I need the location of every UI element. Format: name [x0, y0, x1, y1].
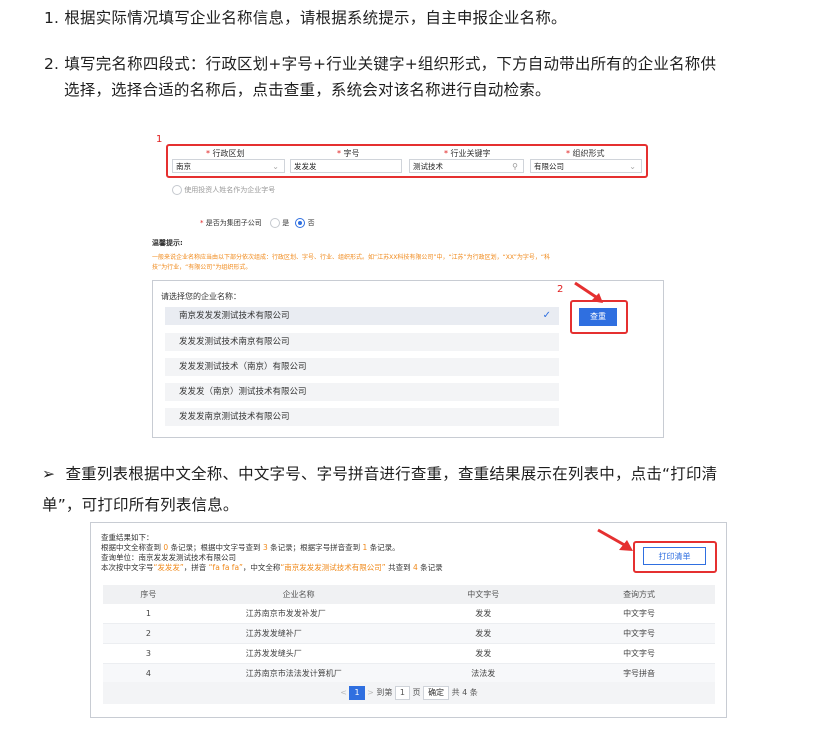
- bullet-text-line2: 单”，可打印所有列表信息。: [42, 496, 239, 514]
- region-select[interactable]: 南京 ⌄: [172, 159, 285, 173]
- cell: 4: [103, 663, 194, 684]
- table-row: 2 江苏发发缝补厂 发发 中文字号: [103, 623, 715, 644]
- cell: 1: [103, 604, 194, 624]
- step-2-text-line2: 选择，选择合适的名称后，点击查重，系统会对该名称进行自动检索。: [64, 81, 551, 99]
- bullet-text-line1: ➢ 查重列表根据中文全称、中文字号、字号拼音进行查重，查重结果展示在列表中，点击…: [42, 465, 718, 483]
- name-option[interactable]: 发发发南京测试技术有限公司: [165, 408, 559, 426]
- radio-icon: [172, 185, 182, 195]
- cell: 发发: [403, 623, 564, 644]
- cell: 2: [103, 623, 194, 644]
- chevron-down-icon: ⌄: [629, 162, 636, 171]
- cell: 江苏南京市法法发计算机厂: [193, 663, 404, 684]
- cell: 字号拼音: [563, 663, 715, 684]
- result-table: 序号 企业名称 中文字号 查询方式 1 江苏南京市发发补发厂 发发 中文字号 2…: [103, 585, 715, 684]
- col-query-method: 查询方式: [563, 585, 715, 604]
- label-org-form: * 组织形式: [566, 149, 605, 158]
- result-summary: 查重结果如下： 根据中文全称查到 0 条记录；根据中文字号查到 3 条记录；根据…: [101, 533, 443, 573]
- col-trade-name: 中文字号: [403, 585, 564, 604]
- pagination: < 1 > 到第 1 页 确定 共 4 条: [103, 682, 715, 704]
- check-icon: ✓: [542, 310, 551, 321]
- cell: 中文字号: [563, 623, 715, 644]
- search-icon: ⚲: [512, 162, 518, 171]
- next-page-button[interactable]: >: [367, 688, 374, 697]
- label-industry: * 行业关键字: [444, 149, 491, 158]
- cell: 中文字号: [563, 604, 715, 624]
- name-option[interactable]: 发发发（南京）测试技术有限公司: [165, 383, 559, 401]
- radio-yes[interactable]: [269, 218, 280, 228]
- radio-no-selected[interactable]: [295, 218, 306, 228]
- chevron-down-icon: ⌄: [272, 162, 279, 171]
- query-detail: 本次按中文字号“发发发”，拼音 “fa fa fa”，中文全称“南京发发发测试技…: [101, 563, 443, 572]
- table-row: 1 江苏南京市发发补发厂 发发 中文字号: [103, 604, 715, 624]
- result-title: 查重结果如下：: [101, 533, 154, 542]
- table-row: 3 江苏发发缝头厂 发发 中文字号: [103, 643, 715, 664]
- name-option[interactable]: 发发发测试技术南京有限公司: [165, 333, 559, 351]
- tip-line-1: 一般来说企业名称应当由以下部分依次组成：行政区划、字号、行业、组织形式。如“江苏…: [152, 254, 550, 261]
- confirm-button[interactable]: 确定: [423, 685, 450, 700]
- tip-line-2: 技”为行业，“有限公司”为组织形式。: [152, 264, 252, 271]
- name-selection-panel: 请选择您的企业名称： 南京发发发测试技术有限公司 ✓ 发发发测试技术南京有限公司 …: [152, 280, 664, 438]
- trade-name-input[interactable]: 发发发: [290, 159, 402, 173]
- industry-input[interactable]: 测试技术 ⚲: [409, 159, 524, 173]
- label-region: * 行政区划: [206, 149, 245, 158]
- cell: 3: [103, 643, 194, 664]
- cell: 法法发: [403, 663, 564, 684]
- page-unit-label: 页: [412, 688, 421, 697]
- group-subsidiary-row: * 是否为集团子公司 是 否: [200, 218, 315, 228]
- step-1-text: 1. 根据实际情况填写企业名称信息，请根据系统提示，自主申报企业名称。: [44, 9, 567, 27]
- step-2-text-line1: 2. 填写完名称四段式：行政区划+字号+行业关键字+组织形式，下方自动带出所有的…: [44, 55, 717, 73]
- tip-title: 温馨提示:: [152, 239, 183, 247]
- check-duplicate-button[interactable]: 查重: [579, 308, 617, 326]
- col-index: 序号: [103, 585, 194, 604]
- name-option[interactable]: 发发发测试技术（南京）有限公司: [165, 358, 559, 376]
- label-trade-name: * 字号: [337, 149, 360, 158]
- query-unit: 查询单位：南京发发发测试技术有限公司: [101, 553, 236, 562]
- marker-2: 2: [557, 284, 564, 295]
- cell: 江苏发发缝头厂: [193, 643, 404, 664]
- page-1-button[interactable]: 1: [349, 685, 365, 700]
- name-form-figure: 1 * 行政区划 * 字号 * 行业关键字 * 组织形式 南京 ⌄ 发发发 测试技…: [152, 130, 664, 438]
- page-jump-input[interactable]: 1: [394, 685, 410, 700]
- marker-1: 1: [156, 134, 163, 145]
- investor-name-option[interactable]: 使用投资人姓名作为企业字号: [172, 185, 275, 195]
- col-company: 企业名称: [193, 585, 404, 604]
- duplicate-result-figure: 查重结果如下： 根据中文全称查到 0 条记录；根据中文字号查到 3 条记录；根据…: [90, 522, 727, 718]
- goto-label: 到第: [376, 688, 393, 697]
- name-option-selected[interactable]: 南京发发发测试技术有限公司 ✓: [165, 307, 559, 325]
- cell: 发发: [403, 604, 564, 624]
- total-count: 共 4 条: [451, 688, 478, 697]
- cell: 发发: [403, 643, 564, 664]
- table-row: 4 江苏南京市法法发计算机厂 法法发 字号拼音: [103, 663, 715, 684]
- cell: 中文字号: [563, 643, 715, 664]
- org-form-select[interactable]: 有限公司 ⌄: [530, 159, 642, 173]
- red-arrow-icon: [597, 528, 633, 551]
- result-counts: 根据中文全称查到 0 条记录；根据中文字号查到 3 条记录；根据字号拼音查到 1…: [101, 543, 400, 552]
- cell: 江苏南京市发发补发厂: [193, 604, 404, 624]
- cell: 江苏发发缝补厂: [193, 623, 404, 644]
- choose-label: 请选择您的企业名称：: [161, 292, 241, 301]
- print-list-button[interactable]: 打印清单: [643, 547, 706, 565]
- prev-page-button[interactable]: <: [340, 688, 347, 697]
